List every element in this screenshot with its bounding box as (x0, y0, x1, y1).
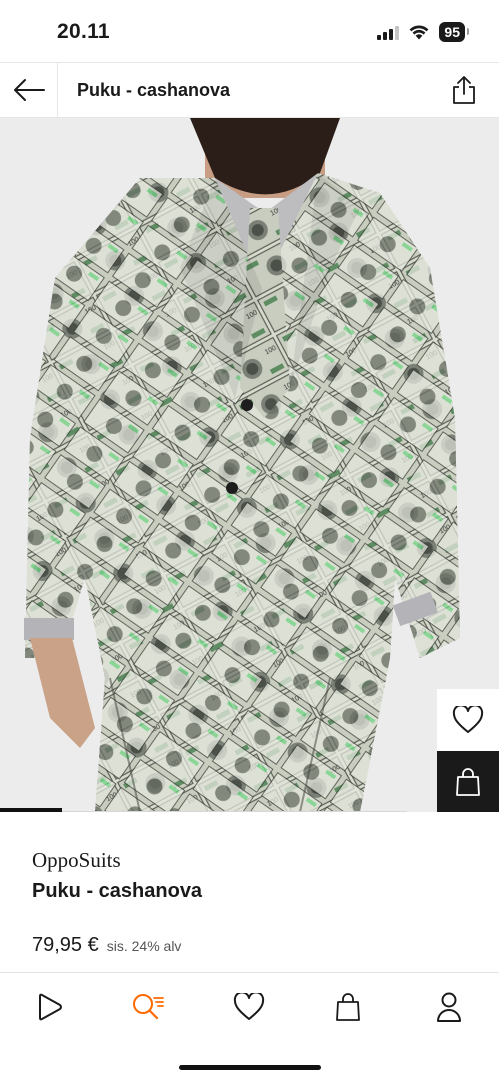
product-price: 79,95 € (32, 934, 99, 956)
product-brand[interactable]: OppoSuits (32, 848, 121, 873)
nav-home[interactable] (29, 987, 69, 1027)
product-photo: 100 (0, 118, 499, 812)
home-play-icon (39, 993, 62, 1021)
home-indicator (179, 1065, 321, 1070)
nav-profile[interactable] (429, 987, 469, 1027)
image-carousel-indicator (0, 808, 62, 812)
price-row: 79,95 € sis. 24% alv (32, 934, 181, 957)
shopping-bag-icon (336, 993, 360, 1021)
share-button[interactable] (449, 74, 479, 106)
status-icons: 95 (377, 21, 469, 43)
shopping-bag-icon (456, 767, 480, 796)
add-to-wishlist-button[interactable] (437, 689, 499, 751)
status-time: 20.11 (57, 20, 110, 43)
product-name: Puku - cashanova (32, 880, 203, 902)
search-icon (133, 994, 164, 1020)
top-app-bar: Puku - cashanova (0, 62, 499, 118)
share-icon (453, 76, 475, 104)
profile-icon (437, 992, 461, 1022)
nav-bag[interactable] (328, 987, 368, 1027)
nav-wishlist[interactable] (229, 987, 269, 1027)
bottom-navigation (0, 972, 499, 1080)
arrow-left-icon (14, 79, 45, 101)
tax-note: sis. 24% alv (106, 938, 182, 954)
add-to-cart-button[interactable] (437, 751, 499, 812)
back-button[interactable] (10, 72, 48, 108)
wifi-icon (410, 25, 429, 39)
heart-icon (452, 706, 484, 733)
page-title: Puku - cashanova (77, 80, 231, 100)
cellular-signal-icon (377, 25, 400, 40)
battery-indicator: 95 (439, 22, 469, 42)
heart-icon (233, 993, 265, 1020)
product-image[interactable]: 100 (0, 118, 499, 812)
header-divider (57, 63, 58, 118)
nav-search[interactable] (128, 987, 168, 1027)
status-bar: 20.11 95 (0, 0, 499, 62)
